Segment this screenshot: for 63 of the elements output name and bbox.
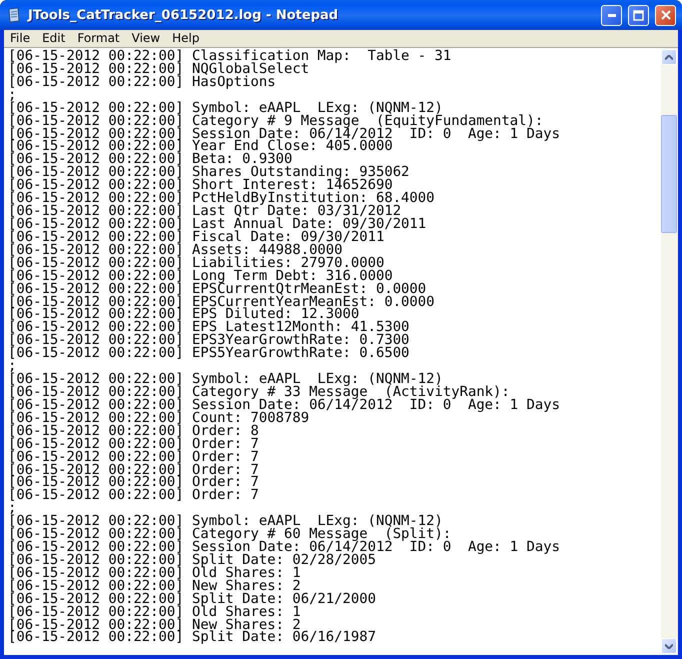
vertical-scrollbar[interactable] xyxy=(661,48,678,655)
log-line: [06-15-2012 00:22:00] Short Interest: 14652690 xyxy=(8,179,393,192)
maximize-button[interactable] xyxy=(628,4,649,26)
log-line: [06-15-2012 00:22:00] Symbol: eAAPL LExg: (NQNM-12) xyxy=(8,515,443,528)
log-line: [06-15-2012 00:22:00] New Shares: 2 xyxy=(8,618,301,632)
log-line: [06-15-2012 00:22:00] Long Term Debt: 316.0000 xyxy=(8,270,393,283)
log-line: [06-15-2012 00:22:00] Assets: 44988.0000 xyxy=(8,244,343,257)
log-line: [06-15-2012 00:22:00] Fiscal Date: 09/30/2011 xyxy=(8,230,384,244)
log-line: [06-15-2012 00:22:00] Order: 7 xyxy=(8,438,260,451)
log-line: [06-15-2012 00:22:00] PctHeldByInstitution: 68.4000 xyxy=(8,192,436,206)
log-line: [06-15-2012 00:22:00] New Shares: 2 xyxy=(8,580,301,593)
log-line: [06-15-2012 00:22:00] Symbol: eAAPL LExg: (NQNM-12) xyxy=(8,102,443,115)
log-line: [06-15-2012 00:22:00] Order: 7 xyxy=(8,464,260,476)
menu-item[interactable]: Edit xyxy=(36,30,72,47)
log-line: [06-15-2012 00:22:00] Category # 9 Message (EquityFundamental): xyxy=(8,114,544,128)
log-line: [06-15-2012 00:22:00] EPS Diluted: 12.3000 xyxy=(8,308,360,322)
log-line: [06-15-2012 00:22:00] Split Date: 06/21/2000 xyxy=(8,592,377,606)
log-line: [06-15-2012 00:22:00] EPS3YearGrowthRate: 0.7300 xyxy=(8,334,410,348)
log-line: [06-15-2012 00:22:00] Old Shares: 1 xyxy=(8,566,301,580)
scroll-up-button[interactable] xyxy=(661,49,677,65)
log-line: [06-15-2012 00:22:00] Split Date: 02/28/2005 xyxy=(8,554,376,567)
log-line: [06-15-2012 00:22:00] EPSCurrentQtrMeanEst: 0.0000 xyxy=(8,282,426,296)
log-line: [06-15-2012 00:22:00] Year End Close: 405.0000 xyxy=(8,140,394,154)
log-line: [06-15-2012 00:22:00] EPSCurrentYearMeanEst: 0.0000 xyxy=(8,296,436,308)
menu-item[interactable]: Format xyxy=(71,30,126,47)
notepad-icon xyxy=(6,7,22,23)
scroll-down-button[interactable] xyxy=(661,638,677,654)
log-line: [06-15-2012 00:22:00] Order: 8 xyxy=(8,424,260,438)
log-line: [06-15-2012 00:22:00] Split Date: 06/16/1987 xyxy=(8,631,377,644)
menu-item[interactable]: View xyxy=(126,30,166,47)
log-line: [06-15-2012 00:22:00] Category # 33 Message (ActivityRank): xyxy=(8,386,511,399)
minimize-icon xyxy=(608,14,616,16)
log-line: [06-15-2012 00:22:00] HasOptions xyxy=(8,76,276,89)
log-line: [06-15-2012 00:22:00] Order: 7 xyxy=(8,450,260,464)
scroll-thumb[interactable] xyxy=(661,115,677,233)
log-line: [06-15-2012 00:22:00] Category # 60 Message (Split): xyxy=(8,528,452,542)
log-line: [06-15-2012 00:22:00] Count: 7008789 xyxy=(8,412,310,425)
log-line: [06-15-2012 00:22:00] EPS5YearGrowthRate: 0.6500 xyxy=(8,347,410,360)
log-line: [06-15-2012 00:22:00] Liabilities: 27970.0000 xyxy=(8,256,384,270)
log-line: [06-15-2012 00:22:00] Session Date: 06/14/2012 ID: 0 Age: 1 Days xyxy=(8,398,561,412)
log-line: [06-15-2012 00:22:00] Last Annual Date: 09/30/2011 xyxy=(8,218,428,231)
log-line: [06-15-2012 00:22:00] Order: 7 xyxy=(8,476,260,490)
log-line: [06-15-2012 00:22:00] Shares Outstanding: 935062 xyxy=(8,166,410,180)
log-line: [06-15-2012 00:22:00] Symbol: eAAPL LExg: (NQNM-12) xyxy=(8,373,443,386)
log-line: [06-15-2012 00:22:00] Last Qtr Date: 03/31/2012 xyxy=(8,205,402,218)
log-line: [06-15-2012 00:22:00] Session Date: 06/14/2012 ID: 0 Age: 1 Days xyxy=(8,541,561,554)
log-line: ; xyxy=(8,360,16,374)
menu-item[interactable]: Help xyxy=(166,30,206,47)
log-line: [06-15-2012 00:22:00] Old Shares: 1 xyxy=(8,606,301,619)
log-line: ; xyxy=(8,502,16,516)
minimize-button[interactable] xyxy=(601,4,622,26)
log-line: [06-15-2012 00:22:00] Session Date: 06/14/2012 ID: 0 Age: 1 Days xyxy=(8,128,561,140)
log-line: [06-15-2012 00:22:00] EPS Latest12Month: 41.5300 xyxy=(8,321,410,334)
menu-item[interactable]: File xyxy=(4,30,36,47)
window-title: JTools_CatTracker_06152012.log - Notepad xyxy=(28,8,340,22)
log-line: [06-15-2012 00:22:00] Classification Map: Table - 31 xyxy=(8,50,452,63)
log-line: [06-15-2012 00:22:00] Beta: 0.9300 xyxy=(8,153,292,166)
close-icon xyxy=(660,10,670,20)
log-line: [06-15-2012 00:22:00] NQGlobalSelect xyxy=(8,62,310,76)
log-line: [06-15-2012 00:22:00] Order: 7 xyxy=(8,489,260,502)
log-line: ; xyxy=(8,88,16,102)
close-button[interactable] xyxy=(655,4,676,26)
maximize-icon xyxy=(633,10,644,20)
